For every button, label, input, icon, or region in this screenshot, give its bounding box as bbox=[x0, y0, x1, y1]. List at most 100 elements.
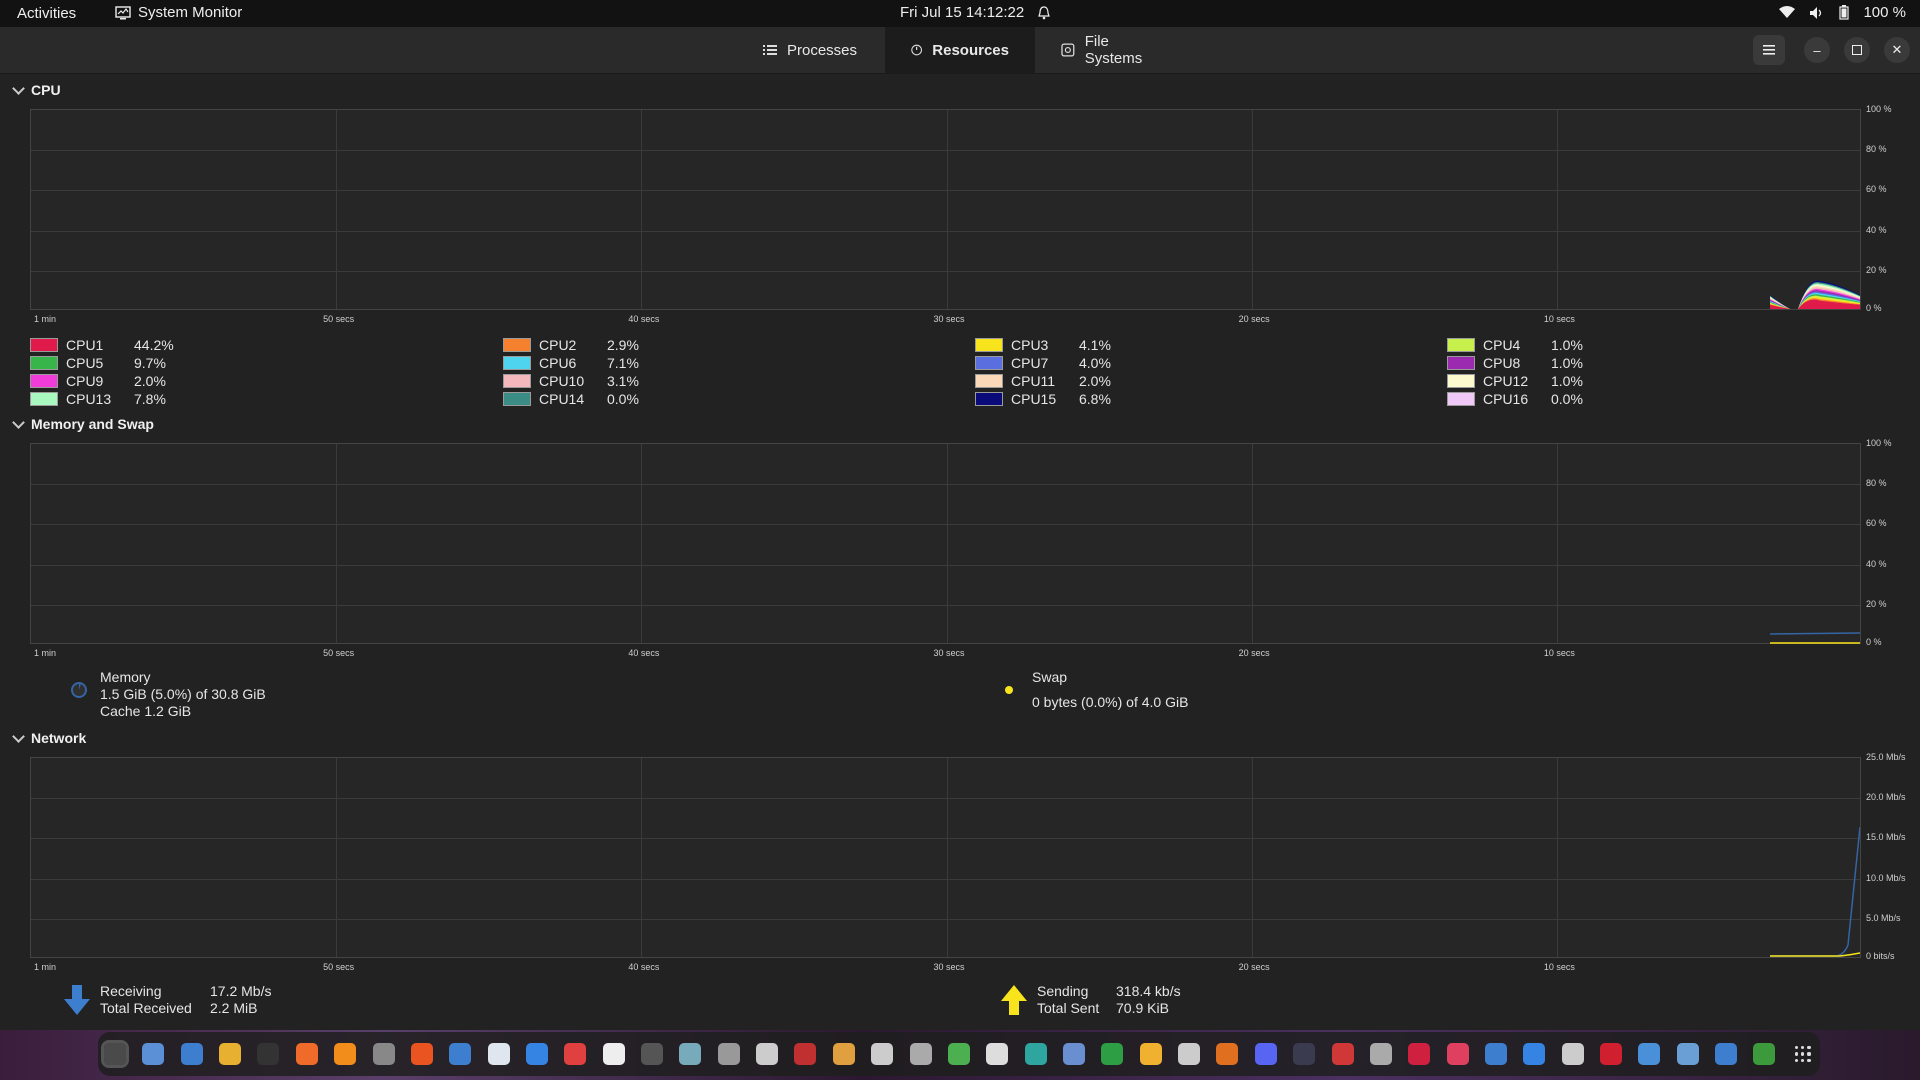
color-swatch[interactable] bbox=[1447, 356, 1475, 370]
gift-icon[interactable] bbox=[1446, 1043, 1469, 1065]
system-monitor-icon[interactable] bbox=[101, 1040, 129, 1068]
chevron-down-icon bbox=[12, 729, 25, 743]
color-swatch[interactable] bbox=[30, 374, 58, 388]
cpu-name: CPU8 bbox=[1483, 355, 1521, 371]
app-menu[interactable]: System Monitor bbox=[115, 4, 242, 21]
color-swatch[interactable] bbox=[1447, 338, 1475, 352]
cpu-value: 1.0% bbox=[1551, 373, 1583, 389]
spreadsheet-icon[interactable] bbox=[1101, 1043, 1124, 1065]
percent-icon[interactable] bbox=[1369, 1043, 1392, 1065]
system-tray[interactable]: 100 % bbox=[1779, 4, 1906, 21]
camera-icon[interactable] bbox=[1062, 1043, 1085, 1065]
cpu-value: 2.0% bbox=[134, 373, 166, 389]
color-swatch[interactable] bbox=[30, 356, 58, 370]
grid-line bbox=[336, 110, 338, 309]
tab-resources[interactable]: Resources bbox=[885, 27, 1035, 73]
dashboard-icon[interactable] bbox=[1638, 1043, 1661, 1065]
archive2-icon[interactable] bbox=[1178, 1043, 1201, 1065]
chrome-icon[interactable] bbox=[947, 1043, 970, 1065]
x-tick-label: 50 secs bbox=[323, 962, 355, 972]
cpu-legend-item: CPU6 7.1% bbox=[503, 355, 639, 371]
clipboard-icon[interactable] bbox=[871, 1043, 894, 1065]
close-button[interactable]: ✕ bbox=[1884, 37, 1910, 63]
text-editor-icon[interactable] bbox=[180, 1043, 203, 1065]
network-section-header[interactable]: Network bbox=[12, 729, 86, 746]
search-icon[interactable] bbox=[909, 1043, 932, 1065]
calendar-icon[interactable] bbox=[487, 1043, 510, 1065]
vlc-icon[interactable] bbox=[334, 1043, 357, 1065]
app-grid-icon[interactable] bbox=[1792, 1043, 1814, 1065]
cube-icon[interactable] bbox=[679, 1043, 702, 1065]
circle-icon[interactable] bbox=[717, 1043, 740, 1065]
cpu-section-header[interactable]: CPU bbox=[12, 81, 61, 98]
cpu-name: CPU4 bbox=[1483, 337, 1521, 353]
x-tick-label: 30 secs bbox=[933, 648, 965, 658]
books-icon[interactable] bbox=[986, 1043, 1009, 1065]
color-swatch[interactable] bbox=[503, 374, 531, 388]
color-swatch[interactable] bbox=[503, 338, 531, 352]
y-tick-label: 40 % bbox=[1866, 224, 1887, 235]
calculator-icon[interactable] bbox=[1676, 1043, 1699, 1065]
activities-button[interactable]: Activities bbox=[17, 5, 76, 22]
color-swatch[interactable] bbox=[975, 374, 1003, 388]
disk-icon[interactable] bbox=[1561, 1043, 1584, 1065]
grid-dot bbox=[1807, 1046, 1811, 1050]
dock bbox=[98, 1032, 1820, 1076]
app-store-icon[interactable] bbox=[410, 1043, 433, 1065]
y-tick-label: 80 % bbox=[1866, 478, 1887, 489]
grid-line bbox=[31, 838, 1860, 840]
y-tick-label: 20.0 Mb/s bbox=[1866, 792, 1906, 803]
presentation-icon[interactable] bbox=[1216, 1043, 1239, 1065]
tab-file-systems[interactable]: File Systems bbox=[1035, 27, 1195, 73]
tab-processes[interactable]: Processes bbox=[737, 27, 885, 73]
minimize-button[interactable]: – bbox=[1804, 37, 1830, 63]
color-swatch[interactable] bbox=[975, 392, 1003, 406]
color-swatch[interactable] bbox=[503, 392, 531, 406]
color-swatch[interactable] bbox=[30, 338, 58, 352]
discord-icon[interactable] bbox=[1254, 1043, 1277, 1065]
memory-section-header[interactable]: Memory and Swap bbox=[12, 415, 154, 432]
image-icon[interactable] bbox=[1024, 1043, 1047, 1065]
pdf-icon[interactable] bbox=[1331, 1043, 1354, 1065]
y-tick-label: 15.0 Mb/s bbox=[1866, 832, 1906, 843]
files-icon[interactable] bbox=[142, 1043, 165, 1065]
color-swatch[interactable] bbox=[975, 338, 1003, 352]
game-icon[interactable] bbox=[832, 1043, 855, 1065]
color-swatch[interactable] bbox=[30, 392, 58, 406]
window-icon[interactable] bbox=[1523, 1043, 1546, 1065]
memory-usage: 1.5 GiB (5.0%) of 30.8 GiB bbox=[100, 686, 266, 702]
top-bar: Activities System Monitor Fri Jul 15 14:… bbox=[0, 0, 1920, 27]
cpu-value: 2.0% bbox=[1079, 373, 1111, 389]
record-icon[interactable] bbox=[1408, 1043, 1431, 1065]
swap-label: Swap bbox=[1032, 669, 1068, 685]
steam-icon[interactable] bbox=[1293, 1043, 1316, 1065]
tool-icon[interactable] bbox=[641, 1043, 664, 1065]
arrow-icon[interactable] bbox=[756, 1043, 779, 1065]
folder-icon[interactable] bbox=[1139, 1043, 1162, 1065]
volume-icon bbox=[1810, 6, 1822, 19]
bookmark-icon[interactable] bbox=[1600, 1043, 1623, 1065]
java-icon[interactable] bbox=[794, 1043, 817, 1065]
monitor-icon[interactable] bbox=[564, 1043, 587, 1065]
color-swatch[interactable] bbox=[975, 356, 1003, 370]
cpu-legend-item: CPU3 4.1% bbox=[975, 337, 1111, 353]
notes-icon[interactable] bbox=[449, 1043, 472, 1065]
firefox-icon[interactable] bbox=[295, 1043, 318, 1065]
terminal-icon[interactable] bbox=[257, 1043, 280, 1065]
settings-icon[interactable] bbox=[372, 1043, 395, 1065]
x-tick-label: 20 secs bbox=[1238, 962, 1270, 972]
color-swatch[interactable] bbox=[503, 356, 531, 370]
main-menu-button[interactable] bbox=[1753, 35, 1785, 65]
cpu-value: 6.8% bbox=[1079, 391, 1111, 407]
trash-icon[interactable] bbox=[1753, 1043, 1776, 1065]
document-icon[interactable] bbox=[602, 1043, 625, 1065]
archive-icon[interactable] bbox=[219, 1043, 242, 1065]
color-swatch[interactable] bbox=[1447, 392, 1475, 406]
cloud-icon[interactable] bbox=[1484, 1043, 1507, 1065]
color-swatch[interactable] bbox=[1447, 374, 1475, 388]
help-icon[interactable] bbox=[525, 1043, 548, 1065]
maximize-button[interactable] bbox=[1844, 37, 1870, 63]
code-icon[interactable] bbox=[1715, 1043, 1738, 1065]
clock[interactable]: Fri Jul 15 14:12:22 bbox=[900, 4, 1051, 21]
grid-line bbox=[31, 270, 1860, 272]
